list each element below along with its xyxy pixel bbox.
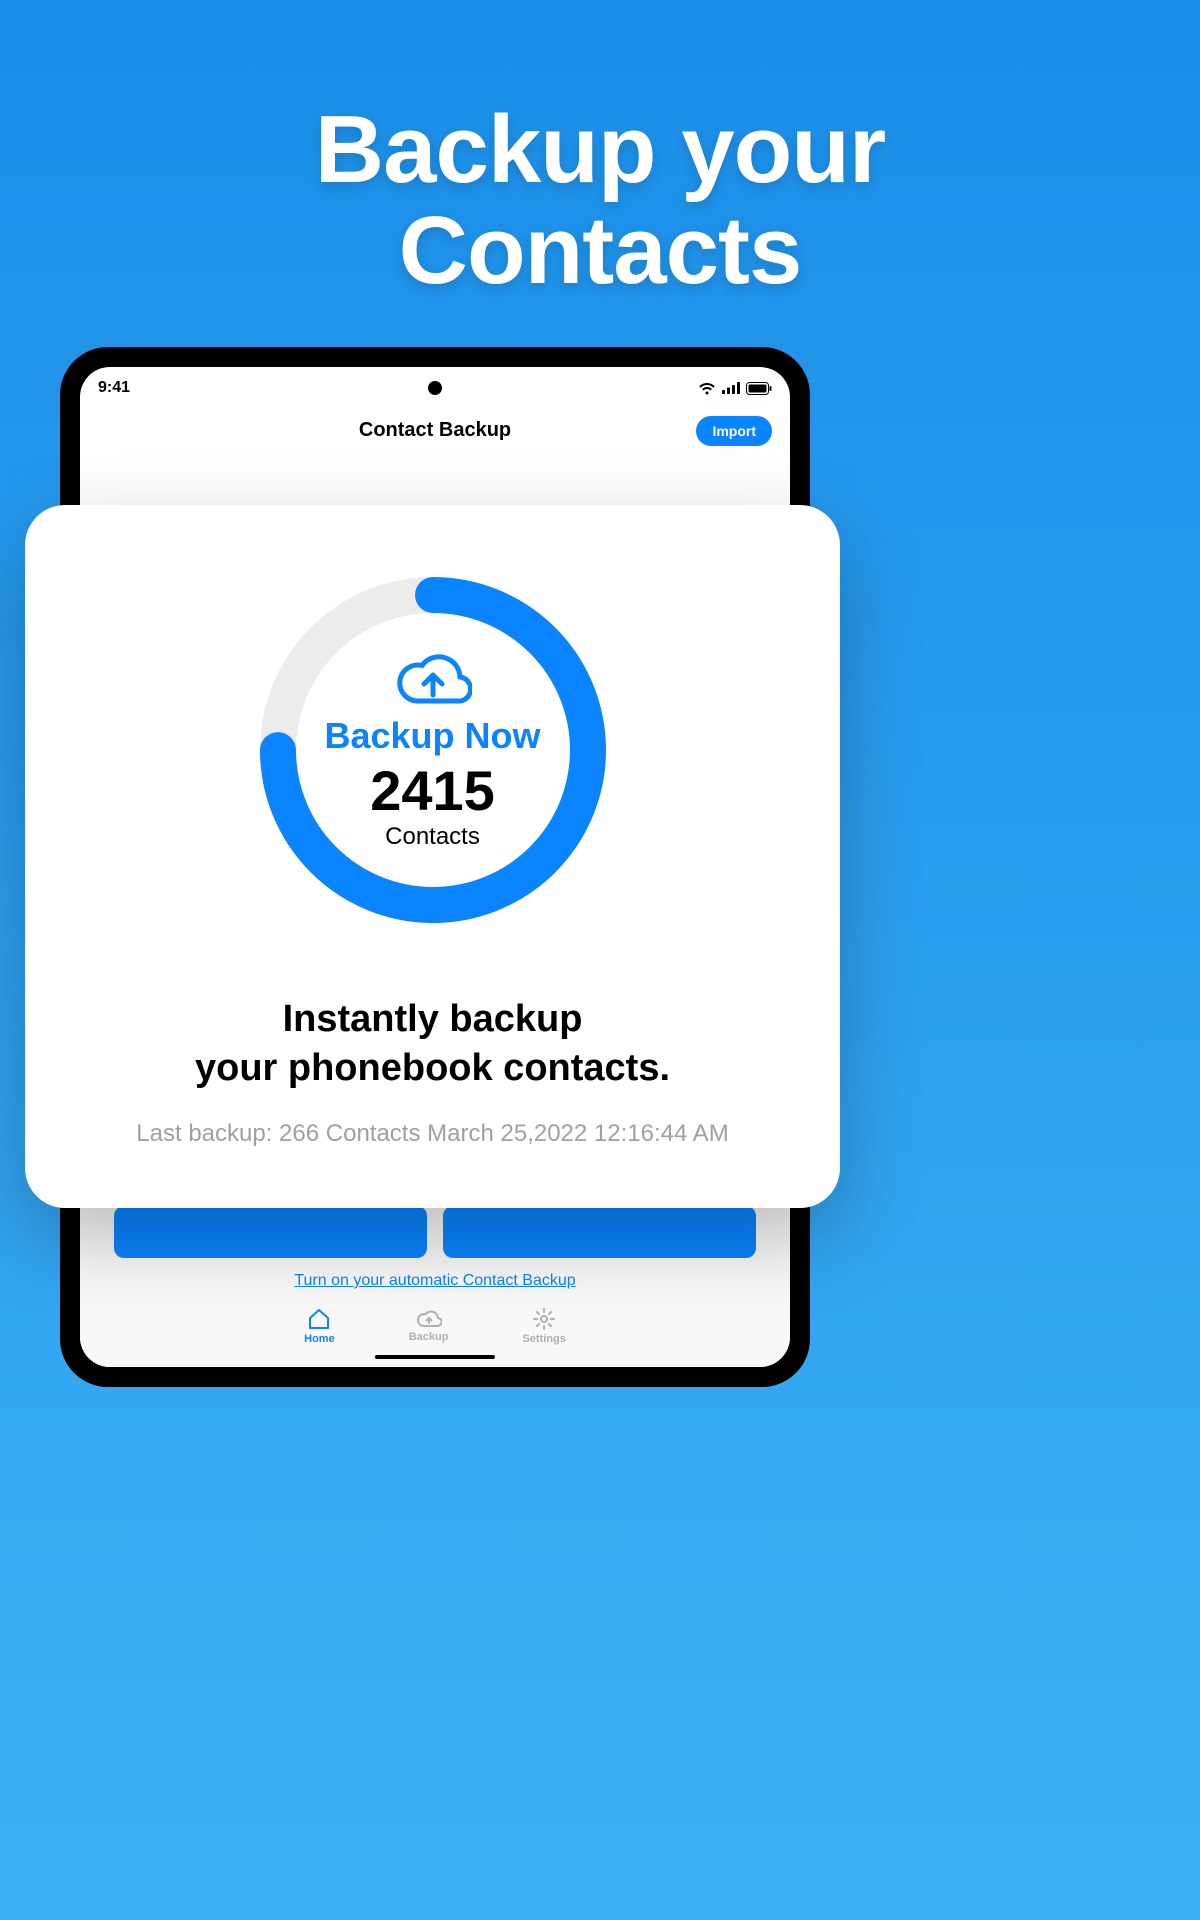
- contact-unit: Contacts: [385, 823, 480, 851]
- contact-count: 2415: [370, 763, 495, 819]
- import-button[interactable]: Import: [696, 416, 772, 446]
- gear-icon: [533, 1308, 555, 1330]
- tab-home[interactable]: Home: [304, 1308, 335, 1345]
- hero-line2: Contacts: [0, 201, 1200, 302]
- cloud-upload-icon: [394, 649, 472, 707]
- action-buttons-row: [100, 1206, 770, 1258]
- tab-settings-label: Settings: [522, 1333, 565, 1345]
- hero-title: Backup your Contacts: [0, 0, 1200, 302]
- nav-bar: Contact Backup Import: [80, 397, 790, 456]
- tab-backup-label: Backup: [409, 1331, 449, 1343]
- home-indicator: [375, 1355, 495, 1359]
- cellular-icon: [722, 382, 740, 394]
- battery-icon: [746, 382, 772, 395]
- action-button-left[interactable]: [114, 1206, 427, 1258]
- headline-line1: Instantly backup: [75, 995, 790, 1044]
- ring-content: Backup Now 2415 Contacts: [258, 575, 608, 925]
- status-time: 9:41: [98, 379, 130, 397]
- auto-backup-link[interactable]: Turn on your automatic Contact Backup: [100, 1272, 770, 1290]
- backup-card: Backup Now 2415 Contacts Instantly backu…: [25, 505, 840, 1208]
- card-headline: Instantly backup your phonebook contacts…: [75, 995, 790, 1094]
- camera-dot: [428, 381, 442, 395]
- nav-title: Contact Backup: [359, 419, 511, 442]
- wifi-icon: [698, 382, 716, 395]
- tab-settings[interactable]: Settings: [522, 1308, 565, 1345]
- home-icon: [307, 1308, 331, 1330]
- status-indicators: [698, 382, 772, 395]
- hero-line1: Backup your: [0, 100, 1200, 201]
- import-button-label: Import: [712, 423, 756, 439]
- bottom-sheet: Turn on your automatic Contact Backup Ho…: [80, 1188, 790, 1367]
- backup-now-ring[interactable]: Backup Now 2415 Contacts: [258, 575, 608, 925]
- headline-line2: your phonebook contacts.: [75, 1044, 790, 1093]
- backup-now-label: Backup Now: [324, 715, 540, 757]
- tab-home-label: Home: [304, 1333, 335, 1345]
- action-button-right[interactable]: [443, 1206, 756, 1258]
- tab-backup[interactable]: Backup: [409, 1308, 449, 1345]
- cloud-icon: [416, 1308, 442, 1328]
- last-backup-text: Last backup: 266 Contacts March 25,2022 …: [75, 1120, 790, 1148]
